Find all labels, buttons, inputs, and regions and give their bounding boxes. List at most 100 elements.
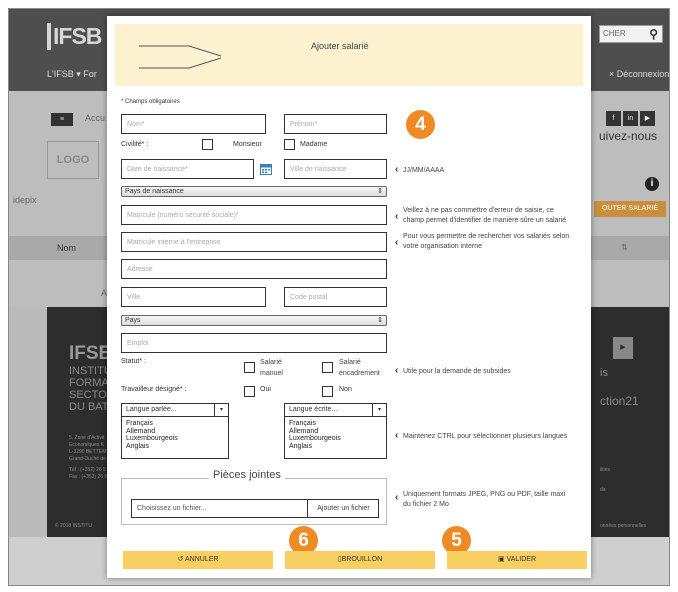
salarie-encadrement-label: Salarié encadrement: [339, 359, 380, 377]
civilite-label: Civilité* :: [121, 141, 149, 148]
nom-input[interactable]: Nom*: [121, 114, 266, 134]
list-item[interactable]: Anglais: [122, 443, 228, 451]
emploi-input[interactable]: Emploi: [121, 333, 387, 353]
list-item[interactable]: Anglais: [285, 443, 386, 451]
langues-note: Maintenez CTRL pour sélectionner plusieu…: [403, 433, 568, 440]
add-file-button[interactable]: Ajouter un fichier: [307, 499, 379, 518]
follow-us-text: uivez-nous: [599, 129, 658, 143]
footer-logo: IFSB: [69, 343, 113, 364]
salarie-encadrement-checkbox[interactable]: [322, 362, 333, 373]
date-naissance-input[interactable]: Date de naissance*: [121, 159, 254, 179]
footer-right-text: onnées personnelles: [600, 523, 647, 529]
modal-header: Ajouter salarié: [115, 24, 583, 86]
add-employee-modal: Ajouter salarié * Champs obligatoires No…: [107, 16, 591, 578]
monsieur-label: Monsieur: [233, 141, 262, 148]
statut-label: Statut* :: [121, 358, 146, 365]
youtube-icon: ▶: [613, 337, 633, 359]
background-logo-placeholder: LOGO: [47, 141, 99, 179]
matricule-interne-input[interactable]: Matricule interne à l'entreprise: [121, 232, 387, 252]
select-arrows-icon: ⇕: [377, 317, 383, 324]
annuler-button[interactable]: ↺ ANNULER: [123, 551, 273, 569]
footer-address: 5, Zone d'Activit: [69, 435, 105, 441]
modal-title: Ajouter salarié: [311, 41, 369, 51]
list-item[interactable]: Luxembourgeois: [122, 435, 228, 443]
pays-select[interactable]: Pays ⇕: [121, 315, 387, 326]
pieces-jointes-legend: Pièces jointes: [209, 469, 285, 481]
footer-right-text: ilités: [600, 467, 611, 473]
footer-right-text: is: [600, 367, 608, 379]
travailleur-label: Travailleur désigné* :: [121, 386, 187, 393]
chevron-left-icon: ‹: [395, 430, 399, 441]
langue-parlee-list[interactable]: Langue parlée... ▾ Français Allemand Luxe…: [121, 403, 229, 459]
oui-label: Oui: [260, 386, 271, 393]
ville-input[interactable]: Ville: [121, 287, 266, 307]
brouillon-button[interactable]: ▯BROUILLON: [285, 551, 435, 569]
footer-address: L-3290 BETTEM: [69, 449, 107, 455]
footer-address: Economiques K: [69, 442, 105, 448]
background-nav: L'IFSB ▾ For: [47, 69, 97, 79]
non-label: Non: [339, 386, 352, 393]
calendar-icon[interactable]: [260, 163, 272, 175]
facebook-icon: f: [606, 111, 621, 126]
background-accueil: Accu: [85, 113, 106, 123]
undo-icon: ↺: [177, 556, 184, 563]
footer-address: Grand-Duché de: [69, 456, 106, 462]
ville-naissance-input[interactable]: Ville de naissance: [284, 159, 387, 179]
list-item[interactable]: Allemand: [285, 428, 386, 436]
table-col-nom: Nom: [57, 243, 77, 253]
step-badge-4: 4: [406, 110, 435, 139]
chevron-left-icon: ‹: [395, 164, 399, 175]
add-employee-button[interactable]: OUTER SALARIÉ: [594, 201, 666, 217]
adresse-input[interactable]: Adresse: [121, 259, 387, 279]
monsieur-checkbox[interactable]: [202, 139, 213, 150]
decorative-line-icon: [139, 45, 222, 69]
list-item[interactable]: Luxembourgeois: [285, 435, 386, 443]
langue-ecrite-list[interactable]: Langue écrite... ▾ Français Allemand Luxe…: [284, 403, 387, 459]
background-search[interactable]: CHER ⚲: [599, 25, 663, 43]
list-item[interactable]: Allemand: [122, 428, 228, 436]
sort-icon[interactable]: ⇅: [621, 243, 628, 252]
matricule-note: Veillez à ne pas commettre d'erreur de s…: [403, 207, 567, 224]
chevron-left-icon: ‹: [395, 492, 399, 503]
pays-naissance-select[interactable]: Pays de naissance ⇕: [121, 186, 387, 197]
langue-ecrite-dropdown[interactable]: Langue écrite... ▾: [285, 404, 386, 417]
matricule-input[interactable]: Matricule (numéro sécurité sociale)*: [121, 205, 387, 225]
non-checkbox[interactable]: [322, 386, 333, 397]
dropdown-arrow-icon[interactable]: ▾: [372, 404, 386, 416]
list-item[interactable]: Français: [122, 420, 228, 428]
oui-checkbox[interactable]: [244, 386, 255, 397]
list-item[interactable]: Français: [285, 420, 386, 428]
footer-address: Fax : (+352) 26 5: [69, 474, 108, 480]
logout-link[interactable]: × Déconnexion: [609, 69, 669, 79]
background-logo: IFSB: [47, 23, 102, 50]
footer-address: Tél : (+352) 26 5: [69, 467, 106, 473]
background-company: idepix: [13, 195, 37, 205]
statut-note: Utile pour la demande de subsides: [403, 368, 511, 375]
chevron-left-icon: ‹: [395, 211, 399, 222]
footer-right-text: ction21: [600, 394, 639, 408]
required-note: * Champs obligatoires: [121, 99, 180, 105]
save-icon: ▣: [497, 556, 505, 563]
info-icon[interactable]: i: [645, 177, 659, 191]
select-arrows-icon: ⇕: [377, 188, 383, 195]
menu-icon: ≡: [51, 113, 73, 126]
date-format-note: JJ/MM/AAAA: [403, 167, 445, 174]
salarie-manuel-label: Salarié manuel: [260, 359, 283, 377]
salarie-manuel-checkbox[interactable]: [244, 362, 255, 373]
madame-label: Madame: [300, 141, 328, 148]
file-note: Uniquement formats JPEG, PNG ou PDF, tai…: [403, 491, 566, 508]
chevron-left-icon: ‹: [395, 365, 399, 376]
footer-right-text: da: [600, 487, 606, 493]
interne-note: Pour vous permettre de rechercher vos sa…: [403, 233, 570, 250]
code-postal-input[interactable]: Code postal: [284, 287, 387, 307]
prenom-input[interactable]: Prénom*: [284, 114, 387, 134]
madame-checkbox[interactable]: [284, 139, 295, 150]
dropdown-arrow-icon[interactable]: ▾: [214, 404, 228, 416]
footer-copyright: © 2018 INSTITU: [55, 523, 93, 529]
valider-button[interactable]: ▣ VALIDER: [447, 551, 587, 569]
youtube-icon: ▶: [640, 111, 655, 126]
chevron-left-icon: ‹: [395, 237, 399, 248]
langue-parlee-dropdown[interactable]: Langue parlée... ▾: [122, 404, 228, 417]
linkedin-icon: in: [623, 111, 638, 126]
search-icon[interactable]: ⚲: [649, 27, 658, 41]
